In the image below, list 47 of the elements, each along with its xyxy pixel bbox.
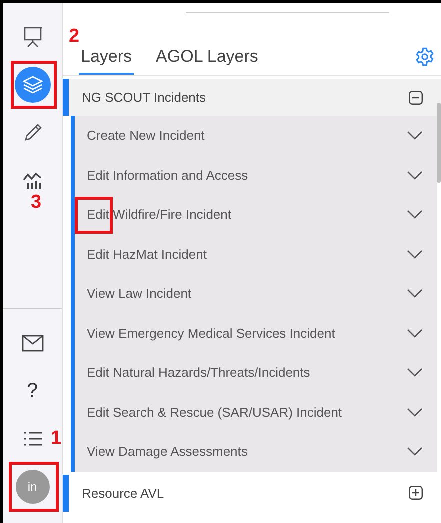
chevron-icon[interactable] [407, 368, 423, 378]
mail-icon[interactable] [22, 334, 44, 352]
chevron-icon[interactable] [407, 250, 423, 259]
chevron-icon[interactable] [407, 170, 423, 180]
layer-group-header[interactable]: NG SCOUT Incidents [63, 79, 441, 116]
callout-number: 3 [31, 193, 42, 212]
layer-row[interactable]: Edit Information and Access [75, 156, 437, 195]
chevron-icon[interactable] [407, 447, 423, 456]
chevron-icon[interactable] [407, 328, 423, 338]
layer-name: View Damage Assessments [87, 444, 248, 460]
layer-name: Edit Natural Hazards/Threats/Incidents [87, 365, 310, 380]
tab[interactable]: Layers [79, 47, 134, 75]
chevron-icon[interactable] [407, 131, 423, 140]
group-title: Resource AVL [82, 486, 164, 500]
layers-icon [22, 76, 42, 94]
layer-name: Edit Search & Rescue (SAR/USAR) Incident [87, 404, 342, 420]
chevron-icon[interactable] [407, 210, 423, 220]
layer-name: Edit Wildfire/Fire Incident [87, 207, 232, 222]
scrollbar[interactable] [437, 103, 441, 183]
callout-number: 1 [51, 429, 62, 448]
group-title: NG SCOUT Incidents [82, 90, 206, 105]
layer-row[interactable]: Create New Incident [75, 116, 437, 156]
settings-icon[interactable] [415, 47, 435, 67]
layer-row[interactable]: Edit Search & Rescue (SAR/USAR) Incident [75, 392, 437, 432]
expand-icon[interactable] [409, 486, 423, 500]
callout-number: 2 [69, 27, 80, 46]
collapse-icon[interactable] [409, 90, 423, 104]
presentation-board-icon [22, 26, 44, 48]
drag-handle[interactable] [186, 12, 389, 13]
layer-row[interactable]: View Emergency Medical Services Incident [75, 314, 437, 353]
pencil-icon [24, 124, 42, 142]
layer-row[interactable]: Edit Natural Hazards/Threats/Incidents [75, 353, 437, 392]
layer-name: Edit HazMat Incident [87, 246, 207, 262]
chevron-icon[interactable] [407, 408, 423, 417]
layer-name: View Law Incident [87, 286, 192, 302]
chevron-icon[interactable] [407, 289, 423, 298]
list-icon[interactable] [22, 431, 42, 447]
tab[interactable]: AGOL Layers [154, 47, 260, 75]
layer-name: Edit Information and Access [87, 168, 248, 183]
layer-row[interactable]: Edit Wildfire/Fire Incident [75, 195, 437, 234]
layer-name: Create New Incident [87, 128, 205, 144]
help-button[interactable]: ? [26, 380, 38, 402]
layer-row[interactable]: Edit HazMat Incident [75, 234, 437, 274]
layer-row[interactable]: View Law Incident [75, 274, 437, 314]
layer-name: View Emergency Medical Services Incident [87, 326, 336, 341]
chart-icon [22, 172, 42, 190]
layer-row[interactable]: View Damage Assessments [75, 432, 437, 472]
